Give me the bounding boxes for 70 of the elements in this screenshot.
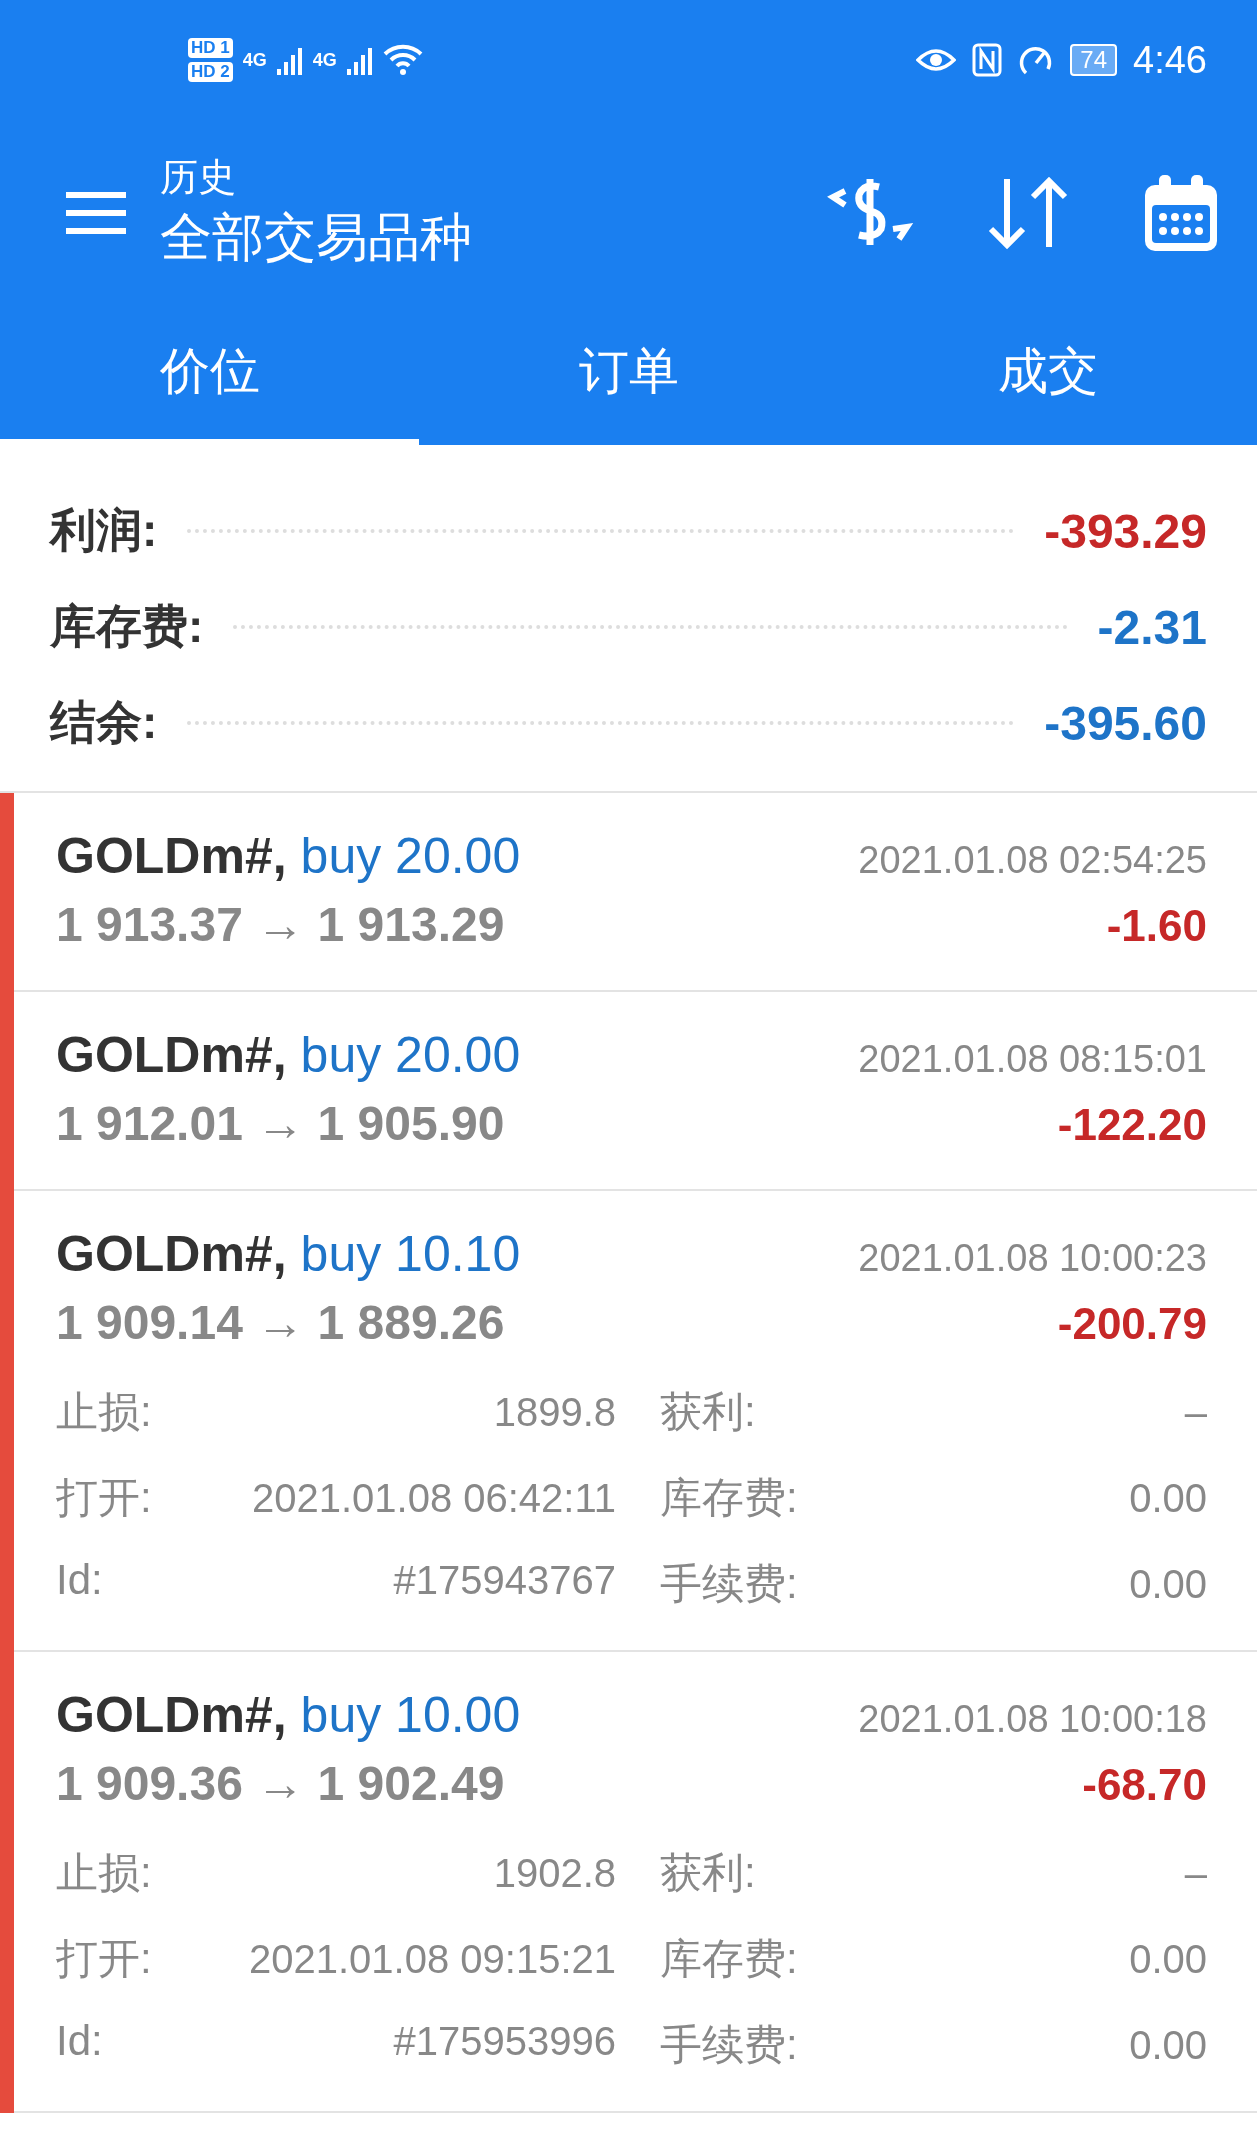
nfc-icon (972, 43, 1003, 77)
deal-row[interactable]: GOLDm#, buy 20.00 2021.01.08 02:54:25 1 913.37 → 1 913.29 -1.60 (14, 793, 1257, 992)
detail-value: 0.00 (1129, 1937, 1207, 1982)
network-type: 4G (242, 49, 267, 71)
detail-value: 0.00 (1129, 1476, 1207, 1521)
summary-label: 利润: (50, 503, 158, 558)
signal-icon (346, 45, 373, 75)
detail-value: 2021.01.08 09:15:21 (249, 1937, 616, 1982)
deal-side: buy 20.00 (300, 828, 521, 884)
detail-value: 0.00 (1129, 2023, 1207, 2068)
tab[interactable]: 价位 (0, 305, 419, 445)
signal-icon (276, 45, 303, 75)
battery-level: 74 (1070, 44, 1118, 76)
screen-title[interactable]: 全部交易品种 (160, 203, 753, 273)
network-type: 4G (312, 49, 337, 71)
summary-label: 结余: (50, 695, 158, 750)
deal-time: 2021.01.08 10:00:23 (858, 1237, 1207, 1280)
detail-label: 获利: (660, 1387, 756, 1437)
detail-value: #175943767 (393, 1558, 616, 1603)
detail-label: 手续费: (660, 1559, 798, 1609)
tab[interactable]: 成交 (838, 305, 1257, 445)
sim-indicator: HD 1 (188, 38, 233, 58)
detail-label: 打开: (56, 1934, 152, 1984)
deal-time: 2021.01.08 02:54:25 (858, 839, 1207, 882)
deal-profit: -200.79 (1057, 1299, 1207, 1349)
deal-prices: 1 912.01 → 1 905.90 (56, 1096, 505, 1151)
detail-value: 1899.8 (493, 1390, 616, 1435)
summary-label: 库存费: (50, 599, 204, 654)
deal-row[interactable]: GOLDm#, buy 10.00 2021.01.08 10:00:18 1 909.36 → 1 902.49 -68.70 止损: 1902.8 获利: – 打开: 2021.01.08 09:15:21 库存费: 0.00 Id: #175953996 手续费: 0.00 (14, 1652, 1257, 2113)
deal-time: 2021.01.08 10:00:18 (858, 1698, 1207, 1741)
detail-value: 0.00 (1129, 1562, 1207, 1607)
screen-subtitle: 历史 (160, 155, 237, 200)
deal-prices: 1 909.14 → 1 889.26 (56, 1295, 505, 1350)
detail-label: 库存费: (660, 1934, 798, 1984)
deal-symbol: GOLDm#, (56, 1027, 287, 1083)
deal-profit: -68.70 (1082, 1760, 1207, 1810)
summary-value: -2.31 (1097, 599, 1207, 655)
deal-side: buy 10.00 (300, 1687, 521, 1743)
detail-value: – (1184, 1851, 1207, 1896)
deal-symbol: GOLDm#, (56, 1226, 287, 1282)
deal-profit: -122.20 (1057, 1100, 1207, 1150)
summary-value: -393.29 (1044, 503, 1207, 559)
summary-value: -395.60 (1044, 695, 1207, 751)
detail-label: Id: (56, 2017, 103, 2065)
sim-indicator: HD 2 (188, 62, 233, 82)
wifi-icon (382, 44, 423, 76)
detail-label: 手续费: (660, 2020, 798, 2070)
deal-prices: 1 913.37 → 1 913.29 (56, 897, 505, 952)
deal-row[interactable]: GOLDm#, buy 20.00 2021.01.08 08:15:01 1 912.01 → 1 905.90 -122.20 (14, 992, 1257, 1191)
deal-row[interactable]: GOLDm#, buy 10.10 2021.01.08 10:00:23 1 909.14 → 1 889.26 -200.79 止损: 1899.8 获利: – 打开: 2021.01.08 06:42:11 库存费: 0.00 Id: #175943767 手续费: 0.00 (14, 1191, 1257, 1652)
detail-label: 获利: (660, 1848, 756, 1898)
deal-symbol: GOLDm#, (56, 1687, 287, 1743)
eye-icon (916, 46, 957, 74)
deal-side: buy 20.00 (300, 1027, 521, 1083)
tab[interactable]: 订单 (419, 305, 838, 445)
detail-label: 止损: (56, 1387, 152, 1437)
deal-profit: -1.60 (1106, 901, 1207, 951)
detail-value: 2021.01.08 06:42:11 (251, 1476, 616, 1521)
detail-label: 打开: (56, 1473, 152, 1523)
detail-value: – (1184, 1390, 1207, 1435)
detail-label: Id: (56, 1556, 103, 1604)
clock-time: 4:46 (1133, 38, 1207, 82)
deal-symbol: GOLDm#, (56, 828, 287, 884)
detail-label: 库存费: (660, 1473, 798, 1523)
detail-label: 止损: (56, 1848, 152, 1898)
detail-value: #175953996 (393, 2019, 616, 2064)
deal-side: buy 10.10 (300, 1226, 521, 1282)
detail-value: 1902.8 (493, 1851, 616, 1896)
deal-prices: 1 909.36 → 1 902.49 (56, 1756, 505, 1811)
deal-time: 2021.01.08 08:15:01 (858, 1038, 1207, 1081)
